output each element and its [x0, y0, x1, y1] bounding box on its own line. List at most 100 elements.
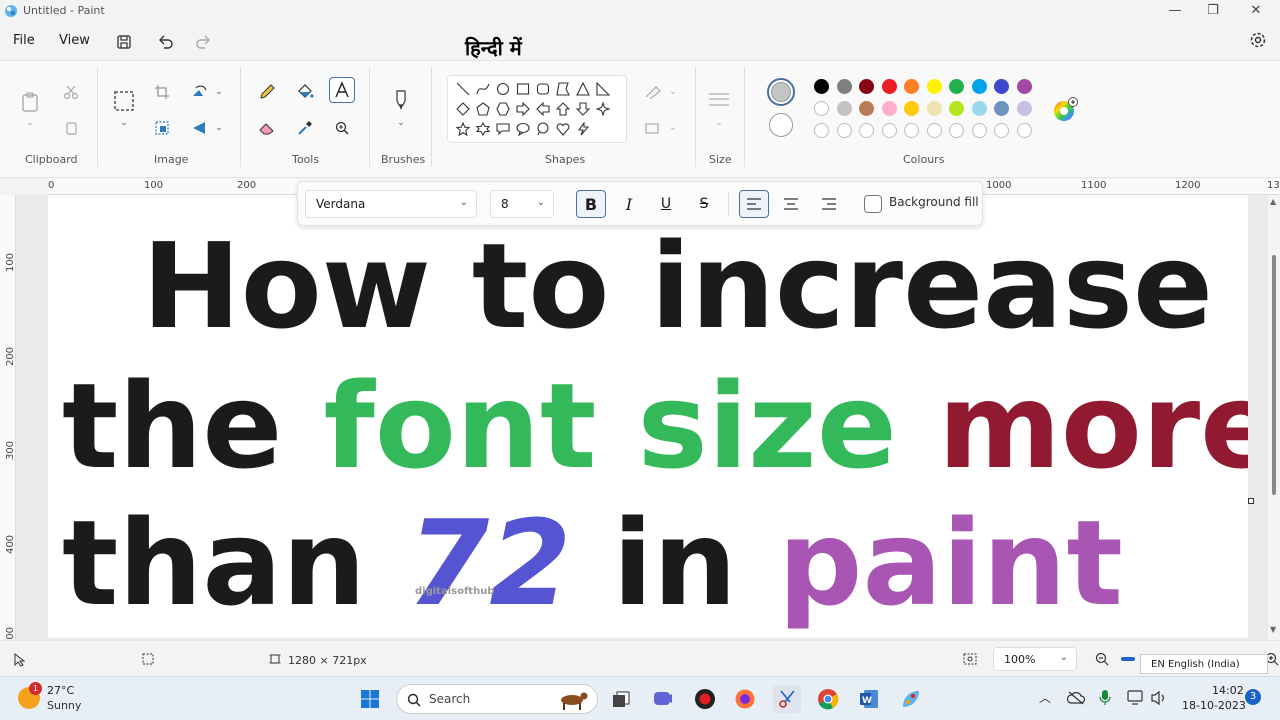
- zoom-select[interactable]: 100% ⌄: [993, 647, 1077, 671]
- shape-triangle-icon[interactable]: [574, 80, 592, 98]
- menu-file[interactable]: File: [13, 33, 35, 48]
- taskbar-search[interactable]: Search: [396, 684, 598, 714]
- select-chevron-icon[interactable]: ⌄: [111, 115, 137, 131]
- custom-colour-slot[interactable]: [836, 123, 852, 138]
- outline-chevron-icon[interactable]: ⌄: [660, 79, 686, 105]
- shape-arrow-down-icon[interactable]: [574, 100, 592, 118]
- palette-colour-swatch[interactable]: [904, 79, 919, 94]
- palette-colour-swatch[interactable]: [836, 79, 852, 94]
- shape-arrow-left-icon[interactable]: [534, 100, 552, 118]
- clock-time[interactable]: 14:02: [1212, 684, 1244, 697]
- palette-colour-swatch[interactable]: [994, 101, 1009, 116]
- palette-colour-swatch[interactable]: [904, 101, 919, 116]
- shape-lightning-icon[interactable]: [574, 120, 592, 138]
- palette-colour-swatch[interactable]: [994, 79, 1009, 94]
- paste-icon[interactable]: [17, 89, 43, 115]
- palette-colour-swatch[interactable]: [1016, 79, 1032, 94]
- palette-colour-swatch[interactable]: [971, 79, 987, 94]
- shape-hexagon-icon[interactable]: [494, 100, 512, 118]
- display-project-icon[interactable]: [1127, 690, 1145, 706]
- settings-gear-icon[interactable]: [1248, 30, 1268, 50]
- undo-icon[interactable]: [154, 30, 178, 54]
- shape-callout-rect-icon[interactable]: [494, 120, 512, 138]
- weather-temperature[interactable]: 27°C: [47, 684, 74, 697]
- align-center-button[interactable]: [776, 190, 806, 218]
- primary-colour-swatch[interactable]: [767, 78, 795, 106]
- notification-count-badge[interactable]: 3: [1245, 689, 1261, 705]
- align-right-button[interactable]: [814, 190, 844, 218]
- onedrive-offline-icon[interactable]: [1067, 691, 1085, 705]
- custom-colour-slot[interactable]: [904, 123, 919, 138]
- palette-colour-swatch[interactable]: [859, 79, 874, 94]
- fit-to-window-icon[interactable]: [963, 653, 977, 665]
- custom-colour-slot[interactable]: [971, 123, 987, 138]
- custom-colour-slot[interactable]: [949, 123, 964, 138]
- canvas-resize-handle[interactable]: [1248, 498, 1254, 504]
- palette-colour-swatch[interactable]: [1016, 101, 1032, 116]
- shape-right-triangle-icon[interactable]: [594, 80, 612, 98]
- brush-icon[interactable]: [388, 87, 414, 113]
- palette-colour-swatch[interactable]: [949, 101, 964, 116]
- microphone-icon[interactable]: [1099, 689, 1111, 707]
- firefox-icon[interactable]: [731, 685, 759, 713]
- palette-colour-swatch[interactable]: [836, 101, 852, 116]
- paint-taskbar-icon[interactable]: [897, 685, 925, 713]
- show-hidden-icons-chevron-icon[interactable]: ︿: [1039, 689, 1051, 706]
- screen-recorder-icon[interactable]: [691, 685, 719, 713]
- shape-oval-icon[interactable]: [494, 80, 512, 98]
- magnifier-icon[interactable]: [329, 115, 355, 141]
- edit-colours-icon[interactable]: [1052, 97, 1078, 123]
- paste-chevron-icon[interactable]: ⌄: [17, 115, 43, 131]
- shape-polygon-icon[interactable]: [554, 80, 572, 98]
- redo-icon[interactable]: [191, 30, 215, 54]
- shape-five-point-star-icon[interactable]: [454, 120, 472, 138]
- shape-callout-oval-icon[interactable]: [514, 120, 532, 138]
- flip-chevron-icon[interactable]: ⌄: [206, 115, 232, 141]
- snipping-tool-icon[interactable]: [773, 685, 801, 713]
- chat-app-icon[interactable]: [649, 685, 677, 713]
- shape-arrow-up-icon[interactable]: [554, 100, 572, 118]
- select-icon[interactable]: [111, 88, 137, 114]
- zoom-slider[interactable]: [1121, 657, 1135, 661]
- shape-six-point-star-icon[interactable]: [474, 120, 492, 138]
- custom-colour-slot[interactable]: [814, 123, 829, 138]
- fill-bucket-icon[interactable]: [292, 79, 318, 105]
- brush-chevron-icon[interactable]: ⌄: [388, 115, 414, 131]
- crop-icon[interactable]: [149, 79, 175, 105]
- shape-rectangle-icon[interactable]: [514, 80, 532, 98]
- size-chevron-icon[interactable]: ⌄: [706, 115, 732, 131]
- resize-icon[interactable]: [149, 115, 175, 141]
- word-icon[interactable]: W: [855, 685, 883, 713]
- colour-picker-icon[interactable]: [292, 115, 318, 141]
- palette-colour-swatch[interactable]: [814, 79, 829, 94]
- menu-view[interactable]: View: [59, 33, 90, 48]
- align-left-button[interactable]: [739, 190, 769, 218]
- shape-pentagon-icon[interactable]: [474, 100, 492, 118]
- save-icon[interactable]: [112, 30, 136, 54]
- scroll-up-icon[interactable]: ▲: [1270, 197, 1276, 206]
- weather-description[interactable]: Sunny: [47, 699, 81, 712]
- size-lines-icon[interactable]: [706, 87, 732, 113]
- scrollbar-thumb[interactable]: [1272, 255, 1276, 495]
- strikethrough-button[interactable]: S: [689, 190, 719, 218]
- shape-rounded-rectangle-icon[interactable]: [534, 80, 552, 98]
- eraser-icon[interactable]: [254, 115, 280, 141]
- vertical-scrollbar[interactable]: ▲ ▼: [1268, 195, 1280, 640]
- shape-fill-chevron-icon[interactable]: ⌄: [660, 115, 686, 141]
- minimize-button[interactable]: —: [1160, 2, 1190, 20]
- cut-icon[interactable]: [58, 79, 84, 105]
- shape-curve-icon[interactable]: [474, 80, 492, 98]
- underline-button[interactable]: U: [651, 190, 681, 218]
- shape-heart-icon[interactable]: [554, 120, 572, 138]
- palette-colour-swatch[interactable]: [926, 101, 942, 116]
- shape-callout-cloud-icon[interactable]: [534, 120, 552, 138]
- palette-colour-swatch[interactable]: [881, 79, 897, 94]
- clock-date[interactable]: 18-10-2023: [1182, 699, 1246, 712]
- custom-colour-slot[interactable]: [1016, 123, 1032, 138]
- palette-colour-swatch[interactable]: [881, 101, 897, 116]
- drawing-canvas[interactable]: How to increase the font size more than …: [48, 195, 1248, 638]
- font-size-select[interactable]: 8 ⌄: [490, 190, 554, 218]
- palette-colour-swatch[interactable]: [926, 79, 942, 94]
- palette-colour-swatch[interactable]: [949, 79, 964, 94]
- palette-colour-swatch[interactable]: [814, 101, 829, 116]
